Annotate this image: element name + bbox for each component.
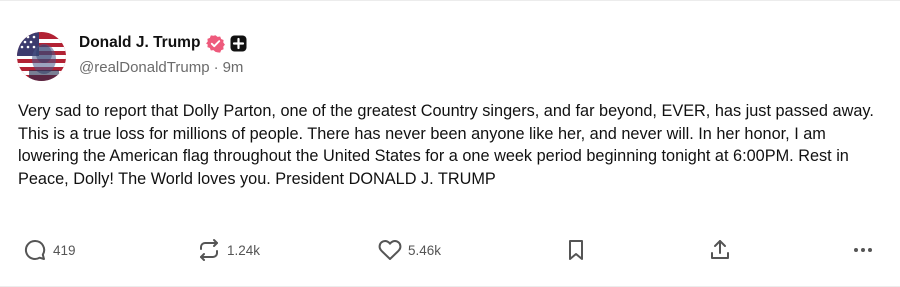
- repost-button[interactable]: 1.24k: [197, 237, 260, 263]
- bookmark-button[interactable]: [565, 237, 587, 263]
- post-card: Donald J. Trump @realDonaldTrump · 9m Ve…: [0, 0, 900, 287]
- verified-badge-icon: [206, 34, 226, 53]
- heart-icon: [378, 238, 402, 262]
- more-icon: [851, 238, 875, 262]
- action-bar: 419 1.24k 5.46k: [0, 237, 900, 263]
- plus-badge-icon: [230, 35, 247, 52]
- more-options-button[interactable]: [851, 237, 875, 263]
- repost-count: 1.24k: [227, 242, 261, 258]
- reply-count: 419: [53, 242, 76, 258]
- share-icon: [708, 238, 732, 262]
- author-display-name[interactable]: Donald J. Trump: [79, 34, 200, 52]
- post-timestamp[interactable]: 9m: [223, 59, 244, 76]
- like-button[interactable]: 5.46k: [378, 237, 441, 263]
- reply-button[interactable]: 419: [23, 237, 76, 263]
- share-button[interactable]: [708, 237, 732, 263]
- post-body-text: Very sad to report that Dolly Parton, on…: [18, 102, 874, 188]
- author-handle[interactable]: @realDonaldTrump: [79, 59, 210, 76]
- author-name-row: Donald J. Trump: [79, 32, 247, 54]
- avatar-flag-portrait-icon: [17, 32, 66, 81]
- repost-icon: [197, 238, 221, 262]
- bookmark-icon: [565, 238, 587, 262]
- reply-icon: [23, 238, 47, 262]
- separator-dot: ·: [213, 59, 219, 76]
- avatar[interactable]: [17, 32, 66, 81]
- author-handle-row: @realDonaldTrump · 9m: [79, 59, 243, 76]
- like-count: 5.46k: [408, 242, 442, 258]
